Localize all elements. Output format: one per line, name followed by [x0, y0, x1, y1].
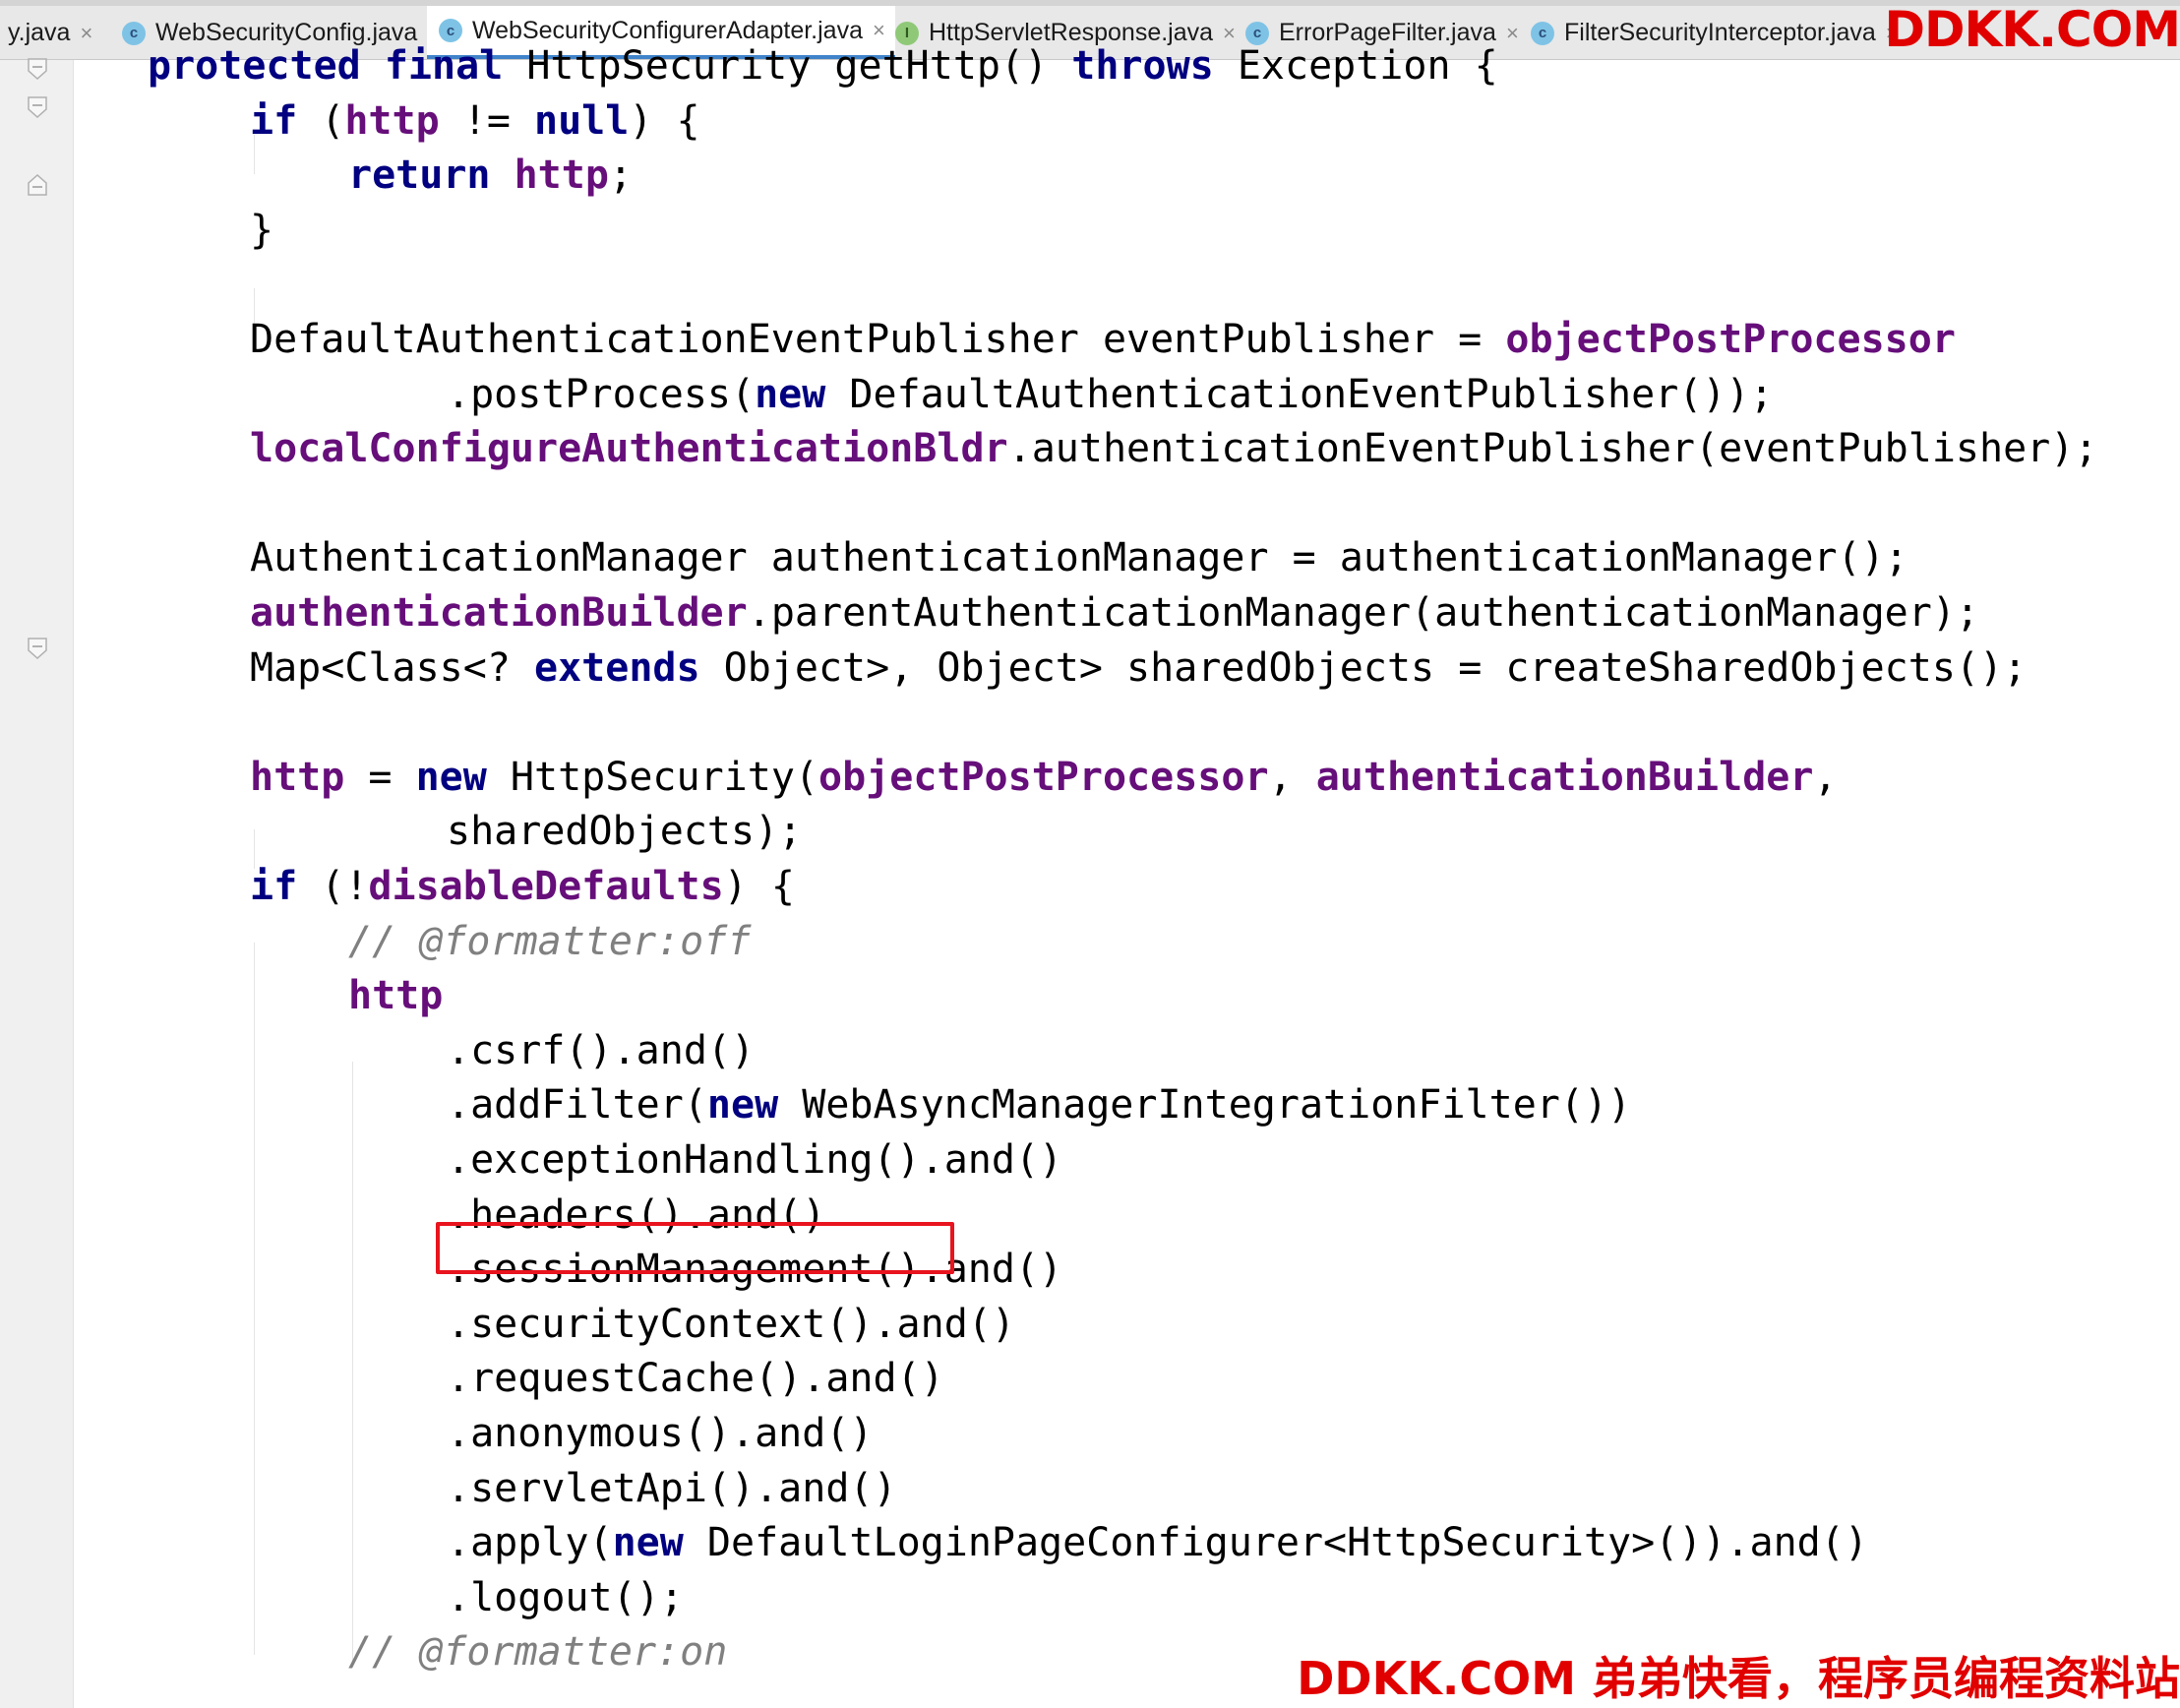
- code-line[interactable]: }: [250, 203, 273, 258]
- code-field: authenticationBuilder: [1315, 755, 1814, 800]
- code-line[interactable]: http = new HttpSecurity(objectPostProces…: [250, 750, 1838, 805]
- class-icon: c: [1531, 21, 1554, 45]
- indent-guide: [352, 1062, 353, 1662]
- code-text: .servletApi().and(): [447, 1466, 897, 1511]
- close-icon[interactable]: ×: [1506, 21, 1519, 46]
- code-keyword: new: [415, 755, 487, 800]
- code-text: }: [250, 208, 274, 253]
- code-text: =: [344, 755, 416, 800]
- code-keyword: protected: [148, 43, 361, 89]
- tab-filtersecurityinterceptor[interactable]: c FilterSecurityInterceptor.java ×: [1519, 6, 1908, 59]
- code-keyword: return: [348, 152, 491, 198]
- code-field: http: [344, 98, 440, 144]
- code-line[interactable]: sharedObjects);: [447, 804, 802, 859]
- code-line[interactable]: // @formatter:on: [348, 1624, 727, 1679]
- code-text: .logout();: [447, 1575, 684, 1620]
- code-text: .postProcess(: [447, 372, 756, 417]
- code-line[interactable]: if (http != null) {: [250, 93, 700, 149]
- code-text: HttpSecurity getHttp(): [503, 43, 1072, 89]
- code-line[interactable]: .csrf().and(): [447, 1023, 755, 1078]
- code-text: .addFilter(: [447, 1082, 707, 1128]
- code-keyword: new: [612, 1520, 684, 1565]
- code-text: .requestCache().and(): [447, 1356, 944, 1401]
- code-text: Object>, Object> sharedObjects = createS…: [699, 645, 2028, 691]
- code-keyword: new: [706, 1082, 779, 1128]
- code-line[interactable]: DefaultAuthenticationEventPublisher even…: [250, 312, 1956, 367]
- code-text: !=: [439, 98, 534, 144]
- code-line[interactable]: // @formatter:off: [348, 914, 751, 969]
- code-field: http: [514, 152, 609, 198]
- code-text: ;: [608, 152, 634, 198]
- code-line[interactable]: Map<Class<? extends Object>, Object> sha…: [250, 640, 2027, 696]
- code-keyword: if: [250, 864, 298, 909]
- code-text: .anonymous().and(): [447, 1411, 874, 1456]
- code-text: Map<Class<?: [250, 645, 534, 691]
- code-text: DefaultAuthenticationEventPublisher());: [825, 372, 1774, 417]
- code-text: (!: [297, 864, 369, 909]
- code-line[interactable]: .logout();: [447, 1570, 684, 1625]
- code-line[interactable]: localConfigureAuthenticationBldr.authent…: [250, 421, 2097, 476]
- code-comment: // @formatter:off: [348, 919, 752, 964]
- code-field: localConfigureAuthenticationBldr: [250, 426, 1008, 471]
- code-line[interactable]: .addFilter(new WebAsyncManagerIntegratio…: [447, 1077, 1631, 1132]
- code-text: WebAsyncManagerIntegrationFilter()): [778, 1082, 1632, 1128]
- code-editor[interactable]: protected final HttpSecurity getHttp() t…: [0, 43, 2180, 1708]
- code-line[interactable]: .apply(new DefaultLoginPageConfigurer<Ht…: [447, 1515, 1868, 1570]
- code-field: http: [348, 973, 444, 1018]
- code-keyword: if: [250, 98, 298, 144]
- code-text: ) {: [723, 864, 795, 909]
- code-field: http: [250, 755, 345, 800]
- code-field: objectPostProcessor: [1505, 317, 1956, 362]
- code-keyword: throws: [1071, 43, 1214, 89]
- code-line[interactable]: .exceptionHandling().and(): [447, 1132, 1062, 1188]
- tab-label: y.java: [8, 19, 71, 46]
- highlight-annotation-box: [436, 1222, 954, 1274]
- code-field: authenticationBuilder: [250, 590, 748, 636]
- code-text: .exceptionHandling().and(): [447, 1137, 1063, 1183]
- code-text: AuthenticationManager authenticationMana…: [250, 535, 1908, 580]
- code-text: .csrf().and(): [447, 1028, 756, 1073]
- code-text: DefaultAuthenticationEventPublisher even…: [250, 317, 1506, 362]
- watermark-bottom: DDKK.COM 弟弟快看，程序员编程资料站: [1297, 1652, 2180, 1705]
- code-text: .securityContext().and(): [447, 1302, 1015, 1347]
- code-line[interactable]: http: [348, 968, 443, 1023]
- code-line[interactable]: .postProcess(new DefaultAuthenticationEv…: [447, 367, 1774, 422]
- indent-guide: [254, 943, 255, 1655]
- code-text: sharedObjects);: [447, 809, 803, 854]
- code-text: .parentAuthenticationManager(authenticat…: [747, 590, 1979, 636]
- code-line[interactable]: AuthenticationManager authenticationMana…: [250, 530, 1908, 585]
- code-comment: // @formatter:on: [348, 1629, 728, 1675]
- code-text: Exception {: [1213, 43, 1498, 89]
- code-text: .apply(: [447, 1520, 613, 1565]
- code-line[interactable]: .anonymous().and(): [447, 1406, 873, 1461]
- code-field: objectPostProcessor: [818, 755, 1269, 800]
- code-keyword: new: [755, 372, 826, 417]
- code-line[interactable]: if (!disableDefaults) {: [250, 859, 795, 914]
- code-text: ) {: [629, 98, 700, 144]
- code-line[interactable]: .servletApi().and(): [447, 1461, 897, 1516]
- code-line[interactable]: authenticationBuilder.parentAuthenticati…: [250, 585, 1979, 640]
- class-icon: c: [122, 21, 146, 45]
- code-keyword: null: [534, 98, 630, 144]
- code-text: ,: [1813, 755, 1838, 800]
- code-text: (: [297, 98, 345, 144]
- tab-label: FilterSecurityInterceptor.java: [1564, 19, 1876, 46]
- watermark-top: DDKK.COM: [1884, 1, 2180, 58]
- close-icon[interactable]: ×: [80, 21, 92, 46]
- code-line[interactable]: .requestCache().and(): [447, 1351, 944, 1406]
- tab-y[interactable]: y.java ×: [0, 6, 102, 59]
- code-keyword: extends: [533, 645, 700, 691]
- code-line[interactable]: protected final HttpSecurity getHttp() t…: [148, 38, 1498, 93]
- code-line[interactable]: .securityContext().and(): [447, 1297, 1015, 1352]
- code-text: .authenticationEventPublisher(eventPubli…: [1007, 426, 2098, 471]
- code-field: disableDefaults: [368, 864, 724, 909]
- code-text: ,: [1268, 755, 1316, 800]
- code-text: DefaultLoginPageConfigurer<HttpSecurity>…: [683, 1520, 1868, 1565]
- code-keyword: final: [384, 43, 504, 89]
- code-line[interactable]: return http;: [348, 148, 633, 203]
- code-text: HttpSecurity(: [486, 755, 818, 800]
